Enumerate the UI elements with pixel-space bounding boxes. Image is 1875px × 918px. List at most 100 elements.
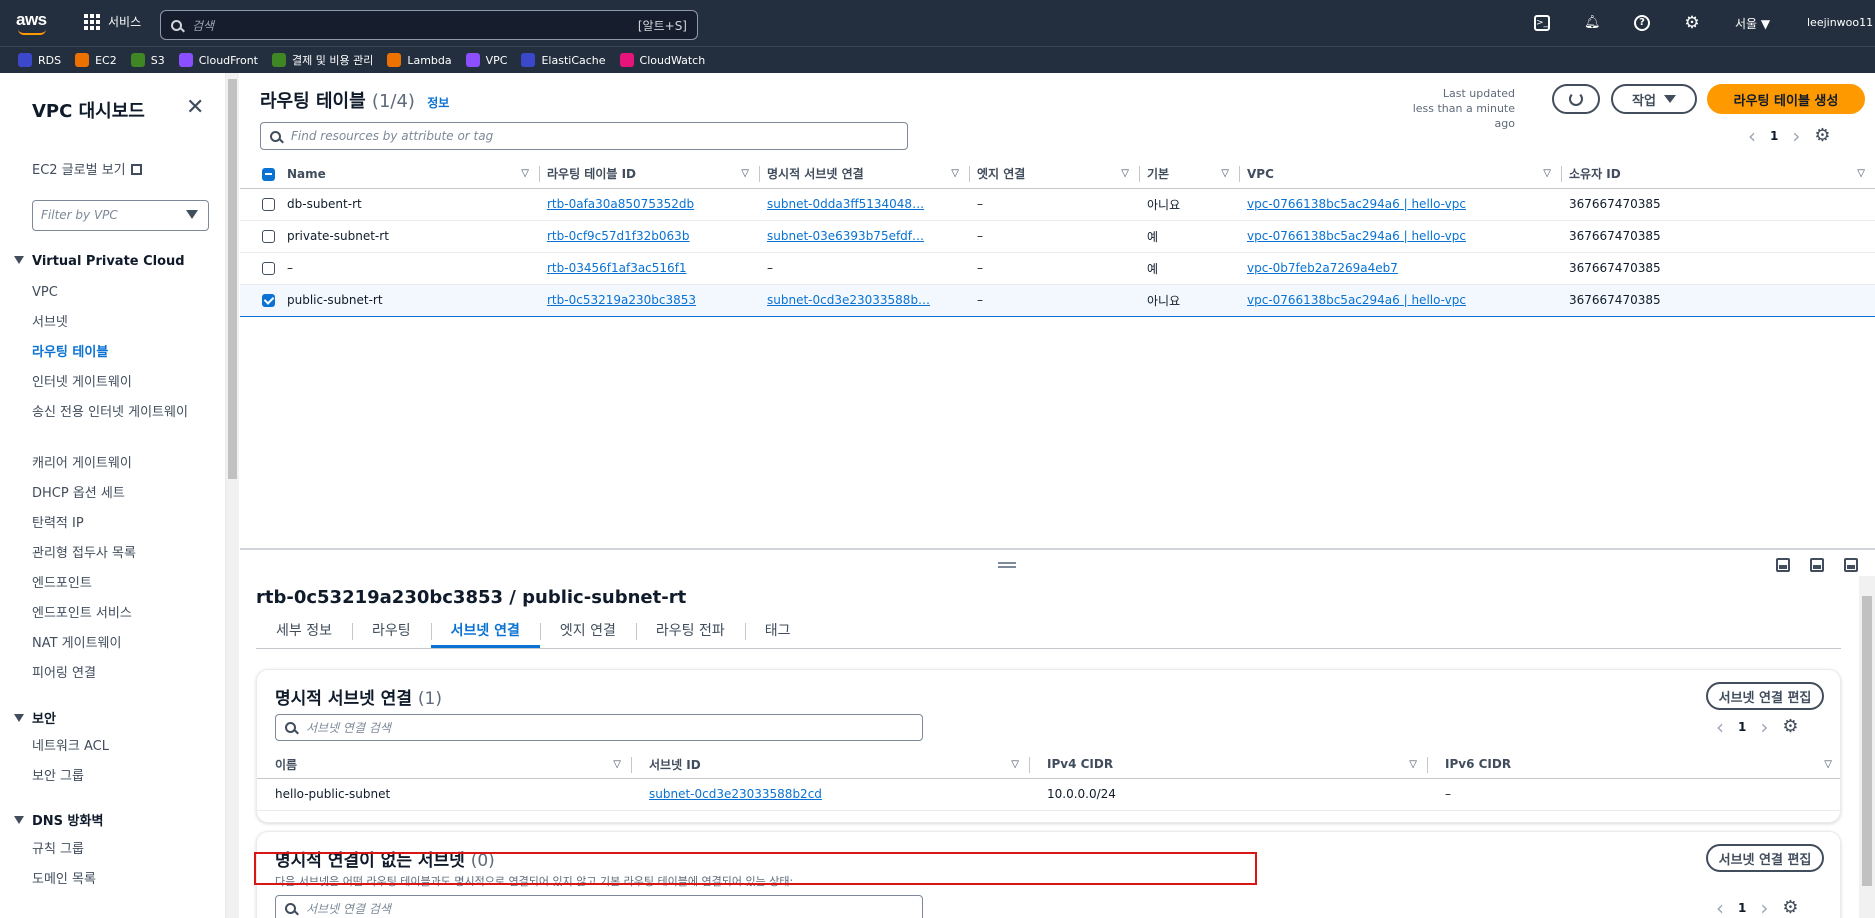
favorite-vpc[interactable]: VPC: [465, 53, 507, 67]
column-explicit-subnet[interactable]: 명시적 서브넷 연결 ▽: [759, 160, 969, 189]
vpc-link[interactable]: vpc-0766138bc5ac294a6 | hello-vpc: [1247, 293, 1466, 307]
column-route-table-id[interactable]: 라우팅 테이블 ID ▽: [539, 160, 759, 189]
sidebar-item-nat-gateways[interactable]: NAT 게이트웨이: [32, 633, 192, 654]
column-name[interactable]: 이름 ▽: [257, 751, 631, 779]
sidebar-item-subnets[interactable]: 서브넷: [32, 312, 192, 333]
row-checkbox[interactable]: [262, 198, 275, 211]
account-menu[interactable]: leejinwoo11: [1807, 16, 1873, 29]
chevron-right-icon[interactable]: ›: [1760, 898, 1768, 918]
tab-routes[interactable]: 라우팅: [351, 616, 431, 648]
section-virtual-private-cloud[interactable]: Virtual Private Cloud: [14, 254, 185, 269]
column-subnet-id[interactable]: 서브넷 ID ▽: [631, 751, 1029, 779]
favorite-elasticache[interactable]: ElastiCache: [521, 53, 606, 67]
subnet-link[interactable]: subnet-03e6393b75efdf…: [767, 229, 924, 243]
sidebar-item-route-tables[interactable]: 라우팅 테이블: [32, 342, 192, 363]
subnet-link[interactable]: subnet-0cd3e23033588b…: [767, 293, 930, 307]
region-selector[interactable]: 서울 ▼: [1735, 15, 1770, 32]
subnet-link[interactable]: subnet-0dda3ff5134048…: [767, 197, 924, 211]
select-all-checkbox[interactable]: [262, 167, 275, 181]
close-icon[interactable]: ✕: [186, 95, 204, 120]
table-row[interactable]: db-subent-rt rtb-0afa30a85075352db subne…: [240, 188, 1875, 221]
ec2-global-view-link[interactable]: EC2 글로벌 보기: [32, 159, 142, 178]
favorite-cloudwatch[interactable]: CloudWatch: [619, 53, 705, 67]
scrollbar-thumb[interactable]: [1862, 596, 1872, 886]
gear-icon[interactable]: ⚙: [1782, 897, 1798, 918]
panel-bottom-icon[interactable]: [1776, 558, 1790, 572]
favorite-billing[interactable]: 결제 및 비용 관리: [271, 52, 373, 68]
panel-hide-icon[interactable]: [1844, 558, 1858, 572]
favorite-rds[interactable]: RDS: [18, 53, 61, 67]
chevron-right-icon[interactable]: ›: [1760, 717, 1768, 737]
services-menu-button[interactable]: 서비스: [84, 13, 141, 30]
table-row[interactable]: hello-public-subnet subnet-0cd3e23033588…: [257, 778, 1840, 811]
row-checkbox-checked[interactable]: [262, 294, 275, 307]
scrollbar-thumb[interactable]: [228, 79, 237, 479]
page-number[interactable]: 1: [1738, 901, 1746, 915]
sidebar-item-peering-connections[interactable]: 피어링 연결: [32, 663, 192, 684]
bell-icon[interactable]: 🔔︎: [1584, 15, 1601, 31]
column-vpc[interactable]: VPC ▽: [1239, 160, 1561, 189]
route-table-id-link[interactable]: rtb-0c53219a230bc3853: [547, 293, 696, 307]
subnet-association-search-input[interactable]: 서브넷 연결 검색: [275, 895, 923, 918]
sidebar-item-endpoint-services[interactable]: 엔드포인트 서비스: [32, 603, 192, 624]
help-icon[interactable]: ?: [1634, 15, 1650, 31]
subnet-association-search-input[interactable]: 서브넷 연결 검색: [275, 714, 923, 741]
row-checkbox[interactable]: [262, 230, 275, 243]
cloudshell-icon[interactable]: >_: [1534, 15, 1550, 31]
find-resources-input[interactable]: Find resources by attribute or tag: [260, 122, 908, 150]
table-row[interactable]: – rtb-03456f1af3ac516f1 – – 예 vpc-0b7feb…: [240, 252, 1875, 285]
route-table-id-link[interactable]: rtb-0cf9c57d1f32b063b: [547, 229, 689, 243]
favorite-s3[interactable]: S3: [130, 53, 165, 67]
sidebar-scrollbar[interactable]: [226, 73, 239, 918]
table-row[interactable]: private-subnet-rt rtb-0cf9c57d1f32b063b …: [240, 220, 1875, 253]
gear-icon[interactable]: ⚙: [1782, 716, 1798, 737]
column-ipv6-cidr[interactable]: IPv6 CIDR ▽: [1427, 751, 1840, 779]
sidebar-item-domain-lists[interactable]: 도메인 목록: [32, 869, 192, 890]
favorite-cloudfront[interactable]: CloudFront: [178, 53, 258, 67]
sidebar-item-egress-only-igw[interactable]: 송신 전용 인터넷 게이트웨이: [32, 402, 192, 423]
detail-panel-scrollbar[interactable]: [1859, 576, 1875, 918]
sidebar-item-carrier-gateways[interactable]: 캐리어 게이트웨이: [32, 453, 192, 474]
chevron-left-icon[interactable]: ‹: [1748, 126, 1756, 146]
sidebar-item-endpoints[interactable]: 엔드포인트: [32, 573, 192, 594]
panel-side-icon[interactable]: [1810, 558, 1824, 572]
page-number[interactable]: 1: [1738, 720, 1746, 734]
sidebar-item-dhcp-option-sets[interactable]: DHCP 옵션 세트: [32, 483, 192, 504]
vpc-filter-select[interactable]: Filter by VPC: [32, 200, 209, 231]
chevron-left-icon[interactable]: ‹: [1716, 898, 1724, 918]
column-ipv4-cidr[interactable]: IPv4 CIDR ▽: [1029, 751, 1427, 779]
route-table-id-link[interactable]: rtb-0afa30a85075352db: [547, 197, 694, 211]
tab-edge-associations[interactable]: 엣지 연결: [539, 616, 636, 648]
gear-icon[interactable]: ⚙: [1814, 125, 1830, 146]
sidebar-item-managed-prefix-lists[interactable]: 관리형 접두사 목록: [32, 543, 192, 564]
vpc-link[interactable]: vpc-0b7feb2a7269a4eb7: [1247, 261, 1398, 275]
resize-handle-icon[interactable]: [998, 562, 1016, 568]
table-row-selected[interactable]: public-subnet-rt rtb-0c53219a230bc3853 s…: [240, 283, 1875, 317]
chevron-right-icon[interactable]: ›: [1792, 126, 1800, 146]
tab-tags[interactable]: 태그: [744, 616, 811, 648]
favorite-lambda[interactable]: Lambda: [387, 53, 452, 67]
gear-icon[interactable]: ⚙: [1684, 15, 1700, 32]
edit-subnet-associations-button[interactable]: 서브넷 연결 편집: [1706, 682, 1824, 710]
sidebar-item-elastic-ip[interactable]: 탄력적 IP: [32, 513, 192, 534]
sidebar-item-network-acls[interactable]: 네트워크 ACL: [32, 736, 192, 757]
favorite-ec2[interactable]: EC2: [75, 53, 117, 67]
sidebar-item-security-groups[interactable]: 보안 그룹: [32, 766, 192, 787]
refresh-button[interactable]: [1552, 84, 1600, 114]
sidebar-item-vpc[interactable]: VPC: [32, 282, 192, 303]
aws-logo[interactable]: aws: [16, 10, 47, 30]
subnet-id-link[interactable]: subnet-0cd3e23033588b2cd: [649, 787, 822, 801]
vpc-link[interactable]: vpc-0766138bc5ac294a6 | hello-vpc: [1247, 197, 1466, 211]
page-number[interactable]: 1: [1770, 129, 1778, 143]
column-edge[interactable]: 엣지 연결 ▽: [969, 160, 1139, 189]
sidebar-item-rule-groups[interactable]: 규칙 그룹: [32, 839, 192, 860]
actions-button[interactable]: 작업: [1611, 84, 1697, 114]
sidebar-item-internet-gateways[interactable]: 인터넷 게이트웨이: [32, 372, 192, 393]
tab-route-propagation[interactable]: 라우팅 전파: [635, 616, 745, 648]
column-name[interactable]: Name ▽: [279, 160, 539, 189]
row-checkbox[interactable]: [262, 262, 275, 275]
section-security[interactable]: 보안: [14, 708, 56, 727]
column-main[interactable]: 기본 ▽: [1139, 160, 1239, 189]
info-link[interactable]: 정보: [427, 96, 449, 110]
column-owner-id[interactable]: 소유자 ID ▽: [1561, 160, 1875, 189]
